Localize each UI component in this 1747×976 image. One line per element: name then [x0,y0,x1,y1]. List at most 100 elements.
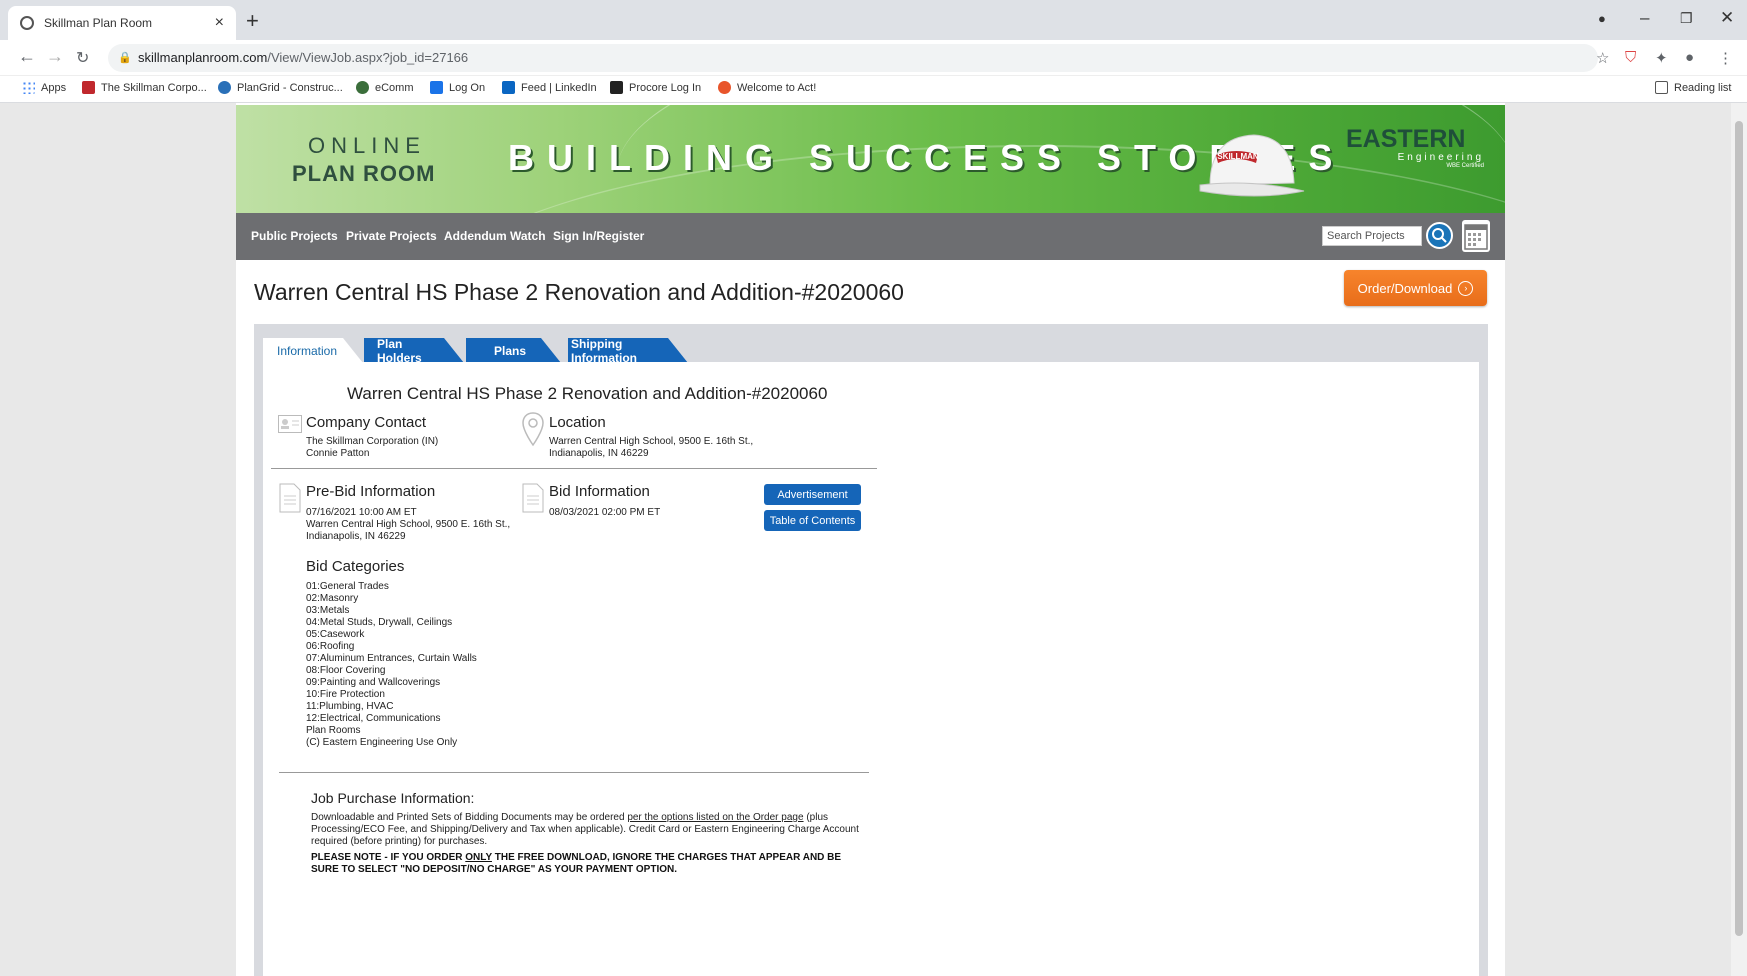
advertisement-button[interactable]: Advertisement [764,484,861,505]
list-item: 02:Masonry [306,593,359,604]
list-item: Plan Rooms [306,725,361,736]
location-line1: Warren Central High School, 9500 E. 16th… [549,436,754,447]
calendar-icon[interactable] [1462,220,1490,252]
nav-addendum-watch[interactable]: Addendum Watch [444,229,546,243]
reading-list[interactable]: Reading list [1655,81,1731,94]
order-download-button[interactable]: Order/Download › [1344,270,1487,306]
procore-favicon [610,81,623,94]
nav-private-projects[interactable]: Private Projects [346,229,437,243]
skillman-favicon [82,81,95,94]
order-page-link[interactable]: per the options listed on the Order page [627,812,803,823]
tab-information[interactable]: Information [263,338,363,363]
reading-list-icon [1655,81,1668,94]
browser-tab[interactable]: Skillman Plan Room × [8,6,236,40]
partner-note: WBE Certified [1446,163,1484,169]
pre-bid-location2: Indianapolis, IN 46229 [306,531,406,542]
lock-icon: 🔒 [118,52,132,64]
reload-icon[interactable]: ↻ [76,48,89,68]
bid-categories-list: 01:General Trades 02:Masonry 03:Metals 0… [306,581,477,749]
payment-warning: PLEASE NOTE - IF YOU ORDER ONLY THE FREE… [311,852,871,876]
scrollbar-thumb[interactable] [1735,121,1743,936]
page-viewport: ONLINE PLAN ROOM BUILDING SUCCESS STORIE… [0,103,1747,976]
pre-bid-heading: Pre-Bid Information [306,483,436,500]
brave-shield-icon[interactable]: ⛉ [1625,49,1636,66]
eastern-logo: EASTERN Engineering WBE Certified [1346,125,1484,169]
back-arrow-icon[interactable]: ← [18,46,36,67]
page-container: ONLINE PLAN ROOM BUILDING SUCCESS STORIE… [236,103,1505,976]
list-item: 10:Fire Protection [306,689,385,700]
document-icon [522,483,544,513]
menu-icon[interactable]: ⋮ [1718,49,1733,67]
bid-date: 08/03/2021 02:00 PM ET [549,507,661,518]
job-purchase-text: Downloadable and Printed Sets of Bidding… [311,812,871,848]
bookmark-label: Procore Log In [629,81,702,94]
bookmark-label: The Skillman Corpo... [101,81,207,94]
bid-info-heading: Bid Information [549,483,650,500]
warning-text: PLEASE NOTE - IF YOU ORDER [311,852,466,863]
bookmark-linkedin[interactable]: Feed | LinkedIn [502,81,597,94]
tab-label: Plan Holders [377,336,422,365]
vertical-scrollbar[interactable] [1731,103,1747,976]
extensions-icon[interactable]: ✦ [1655,49,1668,67]
list-item: 07:Aluminum Entrances, Curtain Walls [306,653,477,664]
url-host: skillmanplanroom.com [138,50,268,65]
location-line2: Indianapolis, IN 46229 [549,448,649,459]
url-field[interactable]: 🔒 skillmanplanroom.com/View/ViewJob.aspx… [108,44,1598,72]
bookmark-logon[interactable]: Log On [430,81,485,94]
tab-plans[interactable]: Plans [466,338,561,363]
restore-button[interactable]: ❐ [1680,10,1693,27]
location-heading: Location [549,414,606,431]
search-icon[interactable] [1426,222,1453,249]
partner-name: EASTERN [1346,125,1466,153]
list-item: 11:Plumbing, HVAC [306,701,394,712]
nav-public-projects[interactable]: Public Projects [251,229,338,243]
bookmark-label: Log On [449,81,486,94]
close-window-button[interactable]: ✕ [1720,8,1734,28]
profile-icon[interactable]: ● [1685,49,1694,66]
bid-categories-heading: Bid Categories [306,558,405,575]
ecomm-favicon [356,81,369,94]
tab-shipping-information[interactable]: Shipping Information [568,337,688,365]
bookmark-act[interactable]: Welcome to Act! [718,81,816,94]
location-pin-icon [522,412,544,447]
document-icon [279,483,301,513]
bookmark-apps[interactable]: Apps [22,81,66,94]
warning-emphasis: ONLY [465,852,492,863]
apps-grid-icon [22,81,35,94]
bookmark-skillman[interactable]: The Skillman Corpo... [82,81,207,94]
list-item: 06:Roofing [306,641,355,652]
new-tab-button[interactable]: + [246,8,259,34]
project-panel: Information Plan Holders Plans Shipping … [254,324,1488,976]
bookmark-plangrid[interactable]: PlanGrid - Construc... [218,81,343,94]
site-nav: Public Projects Private Projects Addendu… [236,213,1505,260]
tab-edge [343,338,363,363]
table-of-contents-button[interactable]: Table of Contents [764,510,861,531]
tab-label: Plans [494,343,527,358]
list-item: 01:General Trades [306,581,389,592]
bookmark-ecomm[interactable]: eComm [356,81,414,94]
tab-edge [444,338,464,363]
plangrid-favicon [218,81,231,94]
nav-sign-in[interactable]: Sign In/Register [553,229,644,243]
tab-edge [668,338,688,363]
tab-plan-holders[interactable]: Plan Holders [364,336,464,365]
bookmark-label: Feed | LinkedIn [521,81,597,94]
star-icon[interactable]: ☆ [1596,49,1609,67]
forward-arrow-icon[interactable]: → [46,46,64,67]
search-input[interactable]: Search Projects [1322,226,1422,246]
bookmark-procore[interactable]: Procore Log In [610,81,701,94]
reading-list-label: Reading list [1674,81,1732,94]
profile-dot-icon[interactable]: ● [1598,11,1606,26]
minimize-button[interactable]: – [1640,8,1649,28]
divider [279,772,869,773]
company-contact-heading: Company Contact [306,414,427,431]
list-item: 03:Metals [306,605,350,616]
hat-label: SKILLMAN [1217,152,1259,161]
close-tab-icon[interactable]: × [215,14,224,32]
contact-name: Connie Patton [306,448,370,459]
list-item: 12:Electrical, Communications [306,713,441,724]
globe-icon [20,16,34,30]
list-item: 04:Metal Studs, Drywall, Ceilings [306,617,453,628]
url-path: /View/ViewJob.aspx?job_id=27166 [267,50,469,65]
order-download-label: Order/Download [1357,280,1453,296]
